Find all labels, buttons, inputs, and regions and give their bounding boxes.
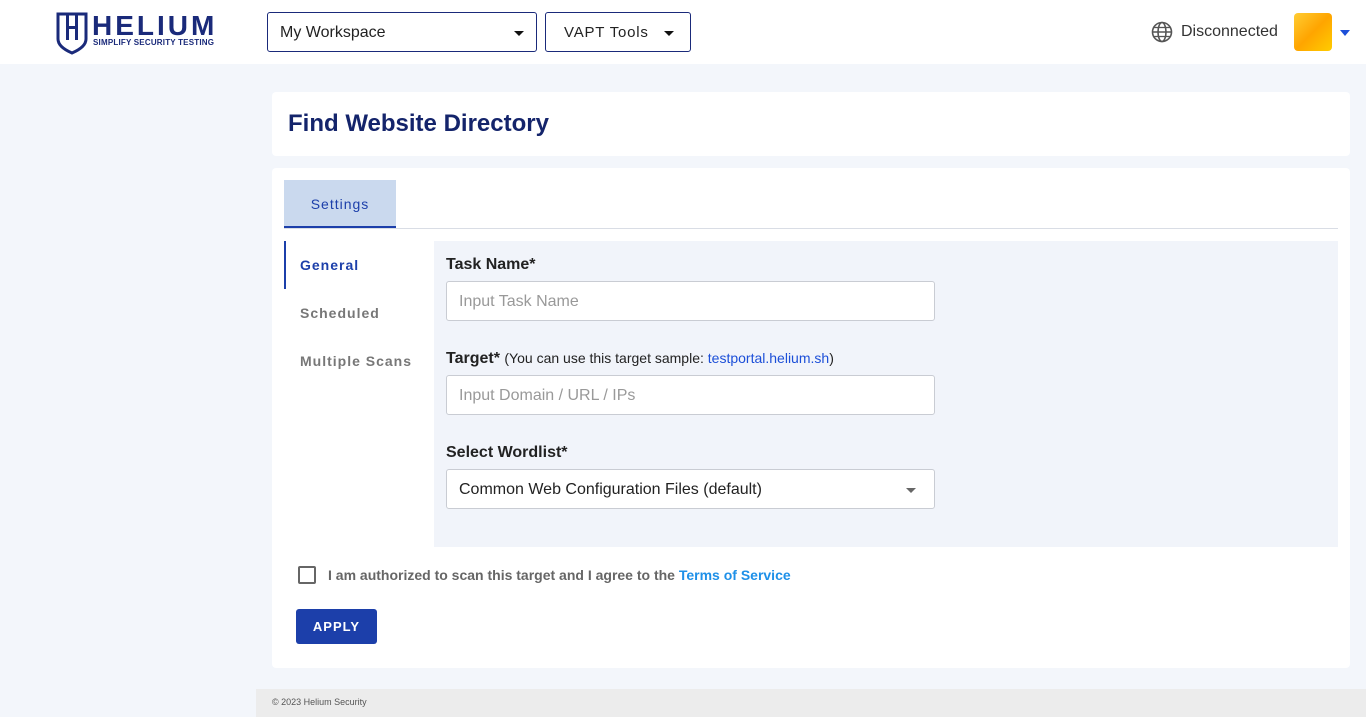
workspace-select[interactable]: My Workspace: [267, 12, 537, 52]
caret-down-icon: [906, 488, 916, 493]
wordlist-select-value: Common Web Configuration Files (default): [459, 481, 762, 498]
target-label: Target*: [446, 350, 500, 367]
avatar[interactable]: [1294, 13, 1332, 51]
globe-icon: [1151, 21, 1173, 43]
wordlist-label: Select Wordlist*: [446, 444, 568, 461]
consent-statement: I am authorized to scan this target and …: [328, 567, 679, 583]
side-nav-item-label: General: [300, 257, 360, 273]
apply-button[interactable]: APPLY: [296, 609, 377, 644]
terms-of-service-link[interactable]: Terms of Service: [679, 567, 791, 583]
target-sample-link[interactable]: testportal.helium.sh: [708, 350, 829, 366]
side-nav-item-scheduled[interactable]: Scheduled: [284, 289, 434, 337]
target-placeholder: Input Domain / URL / IPs: [459, 387, 636, 404]
side-nav-item-general[interactable]: General: [284, 241, 434, 289]
consent-text: I am authorized to scan this target and …: [328, 567, 791, 583]
page-title-card: Find Website Directory: [272, 92, 1350, 156]
consent-checkbox[interactable]: [298, 566, 316, 584]
connection-status-text: Disconnected: [1181, 23, 1278, 40]
target-label-row: Target* (You can use this target sample:…: [446, 350, 834, 368]
side-nav-item-label: Scheduled: [300, 305, 380, 321]
caret-down-icon: [514, 31, 524, 36]
target-hint-suffix: ): [829, 350, 834, 366]
task-name-input[interactable]: Input Task Name: [446, 281, 935, 321]
target-input[interactable]: Input Domain / URL / IPs: [446, 375, 935, 415]
task-name-label: Task Name*: [446, 256, 536, 273]
general-form: Task Name* Input Task Name Target* (You …: [434, 241, 1338, 547]
vapt-tools-button[interactable]: VAPT Tools: [545, 12, 691, 52]
caret-down-icon: [664, 31, 674, 36]
footer: © 2023 Helium Security: [256, 689, 1366, 717]
tab-settings-label: Settings: [310, 196, 370, 212]
task-name-placeholder: Input Task Name: [459, 293, 579, 310]
wordlist-select[interactable]: Common Web Configuration Files (default): [446, 469, 935, 509]
shield-logo-icon: [56, 12, 88, 55]
target-hint-prefix: (You can use this target sample:: [504, 350, 708, 366]
top-bar: HELIUM SIMPLIFY SECURITY TESTING My Work…: [0, 0, 1366, 64]
account-menu-caret-icon[interactable]: [1340, 30, 1350, 36]
target-hint: (You can use this target sample: testpor…: [504, 350, 833, 366]
tab-bar: Settings: [284, 180, 1338, 229]
helium-logo[interactable]: HELIUM SIMPLIFY SECURITY TESTING: [56, 11, 226, 55]
vapt-tools-label: VAPT Tools: [564, 24, 649, 41]
settings-card: Settings General Scheduled Multiple Scan…: [272, 168, 1350, 668]
side-nav-item-multiple-scans[interactable]: Multiple Scans: [284, 337, 434, 385]
brand-name: HELIUM: [92, 10, 218, 41]
tab-settings[interactable]: Settings: [284, 180, 396, 228]
workspace-select-value: My Workspace: [280, 24, 386, 41]
page-title: Find Website Directory: [288, 110, 549, 137]
side-nav-item-label: Multiple Scans: [300, 353, 413, 369]
footer-copyright: © 2023 Helium Security: [272, 697, 367, 707]
apply-button-label: APPLY: [312, 619, 361, 634]
brand-tagline: SIMPLIFY SECURITY TESTING: [93, 38, 215, 47]
